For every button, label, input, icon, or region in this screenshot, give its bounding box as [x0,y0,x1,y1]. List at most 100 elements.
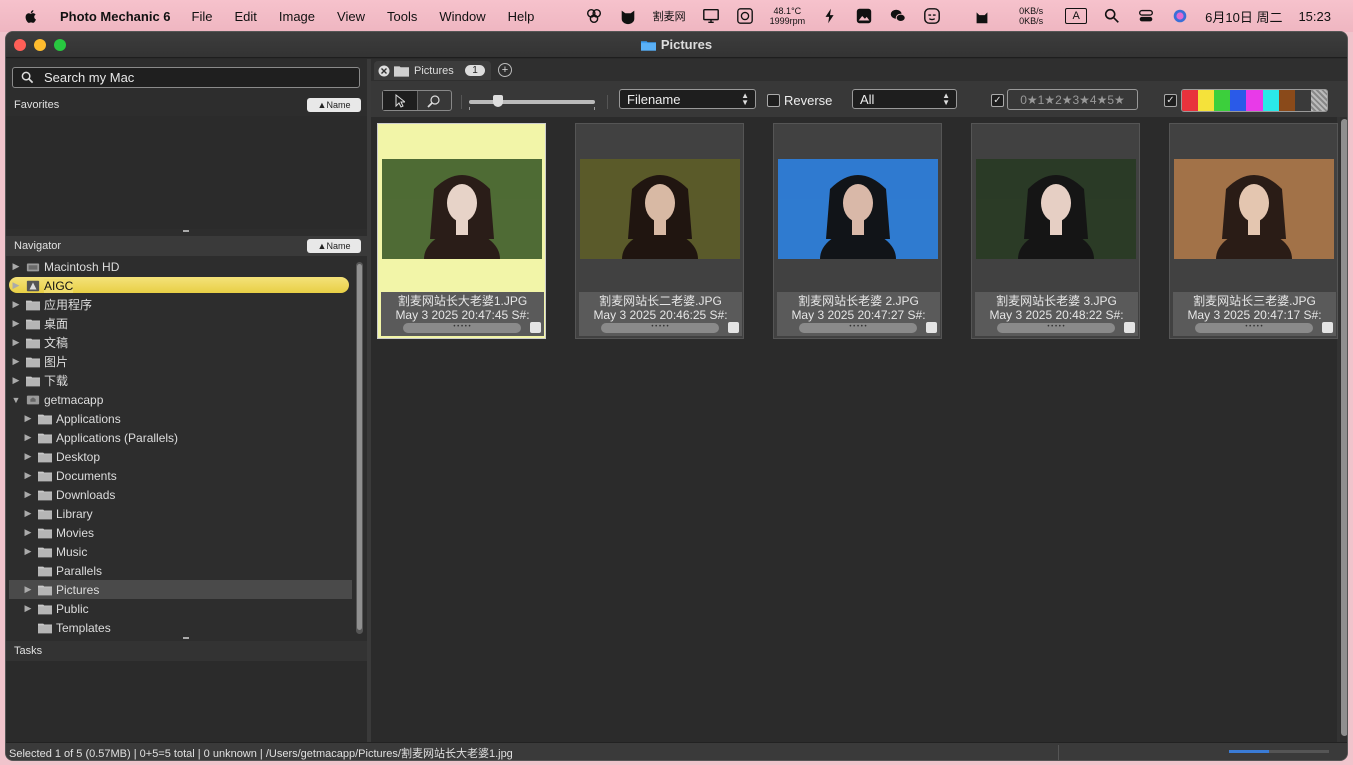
menu-view[interactable]: View [337,9,365,24]
battery-bolt-icon[interactable] [821,6,839,26]
disclosure-triangle-icon[interactable]: ▶ [10,261,22,272]
color-class-swatch[interactable] [1278,90,1295,111]
thumbnail-cell[interactable]: 割麦网站长老婆 3.JPG May 3 2025 20:48:22 S#: • • … [971,123,1140,339]
disclosure-triangle-icon[interactable]: ▶ [22,546,34,557]
navigator-item[interactable]: ▼ getmacapp [6,390,354,409]
color-class-swatch[interactable] [1230,90,1247,111]
menubar-date[interactable]: 6月10日 周二 [1205,6,1282,26]
fan-icon[interactable] [736,6,754,26]
thumbnail-cell[interactable]: 割麦网站长大老婆1.JPG May 3 2025 20:47:45 S#: • • … [377,123,546,339]
navigator-item[interactable]: ▶ Applications (Parallels) [6,428,354,447]
color-class-swatch[interactable] [1198,90,1215,111]
disclosure-triangle-icon[interactable]: ▶ [22,527,34,538]
thumbnail-rating-bar[interactable]: • • • • • [601,323,719,333]
navigator-item[interactable]: ▶ Music [6,542,354,561]
favorites-sort-button[interactable]: ▲Name [307,98,361,112]
disclosure-triangle-icon[interactable]: ▶ [22,432,34,443]
thumbnail-cell[interactable]: 割麦网站长三老婆.JPG May 3 2025 20:47:17 S#: • • •… [1169,123,1338,339]
wechat-icon[interactable] [889,6,907,26]
menu-image[interactable]: Image [279,9,315,24]
menu-edit[interactable]: Edit [234,9,256,24]
navigator-scroll-thumb[interactable] [357,264,362,630]
rating-filter-checkbox[interactable]: ✓ [991,94,1004,107]
grid-scrollbar[interactable] [1340,117,1347,742]
temp-readout[interactable]: 48.1°C 1999rpm [770,6,806,26]
navigator-sort-button[interactable]: ▲Name [307,239,361,253]
thumbnail-grid[interactable]: 割麦网站长大老婆1.JPG May 3 2025 20:47:45 S#: • • … [371,117,1338,742]
menu-window[interactable]: Window [439,9,485,24]
navigator-item[interactable]: ▶ Applications [6,409,354,428]
network-speed[interactable]: 0KB/s 0KB/s [1019,6,1043,26]
filter-select[interactable]: All ▲ ▼ [852,89,957,109]
thumbnail-rating-bar[interactable]: • • • • • [997,323,1115,333]
cat-silhouette-icon[interactable] [973,6,991,26]
thumbnail-cell[interactable]: 割麦网站长二老婆.JPG May 3 2025 20:46:25 S#: • • •… [575,123,744,339]
navigator-item[interactable]: ▶ Library [6,504,354,523]
navigator-item[interactable]: ▶ 文稿 [6,333,354,352]
disclosure-triangle-icon[interactable]: ▶ [10,356,22,367]
disclosure-triangle-icon[interactable]: ▶ [10,299,22,310]
color-class-swatch[interactable] [1182,90,1199,111]
slider-knob[interactable] [493,95,503,107]
color-filter-checkbox[interactable]: ✓ [1164,94,1177,107]
menu-tools[interactable]: Tools [387,9,417,24]
add-tab-button[interactable]: + [498,63,512,77]
navigator-item[interactable]: ▶ Public [6,599,354,618]
close-window-button[interactable] [14,39,26,51]
photo-thumbnail[interactable] [1174,159,1334,259]
tasks-list[interactable] [6,661,367,742]
thumbnail-tag-checkbox[interactable] [1322,322,1333,333]
photo-icon[interactable] [855,6,873,26]
photo-thumbnail[interactable] [778,159,938,259]
navigator-item[interactable]: ▶ Movies [6,523,354,542]
photo-thumbnail[interactable] [382,159,542,259]
disclosure-triangle-icon[interactable]: ▶ [10,280,22,291]
navigator-scrollbar[interactable] [356,262,363,634]
thumbnail-tag-checkbox[interactable] [728,322,739,333]
thumbnail-rating-bar[interactable]: • • • • • [1195,323,1313,333]
star-rating-filter[interactable]: 0★1★2★3★4★5★ [1007,89,1138,110]
color-class-swatch[interactable] [1214,90,1231,111]
navigator-item[interactable]: ▶ Downloads [6,485,354,504]
disclosure-triangle-icon[interactable]: ▶ [22,584,34,595]
favorites-list[interactable] [6,116,367,229]
menu-help[interactable]: Help [508,9,535,24]
photo-thumbnail[interactable] [976,159,1136,259]
disclosure-triangle-icon[interactable]: ▶ [10,318,22,329]
apple-menu-icon[interactable] [24,9,42,24]
thumbnail-tag-checkbox[interactable] [926,322,937,333]
favorites-resize-handle[interactable] [183,230,189,232]
thumbnail-rating-bar[interactable]: • • • • • [799,323,917,333]
siri-icon[interactable] [1171,6,1189,26]
navigator-item[interactable]: ▶ Desktop [6,447,354,466]
monitor-icon[interactable] [702,6,720,26]
input-method-icon[interactable]: A [1065,8,1088,24]
minimize-window-button[interactable] [34,39,46,51]
color-class-swatch[interactable] [1262,90,1279,111]
zoom-window-button[interactable] [54,39,66,51]
navigator-item[interactable]: ▶ 桌面 [6,314,354,333]
disclosure-triangle-icon[interactable]: ▶ [10,375,22,386]
navigator-item[interactable]: ▶ Pictures [6,580,354,599]
navigator-item[interactable]: ▶ 应用程序 [6,295,354,314]
thumbnail-cell[interactable]: 割麦网站长老婆 2.JPG May 3 2025 20:47:27 S#: • • … [773,123,942,339]
disclosure-triangle-icon[interactable]: ▶ [22,603,34,614]
color-class-swatch[interactable] [1294,90,1311,111]
disclosure-triangle-icon[interactable]: ▶ [22,489,34,500]
clover-icon[interactable] [585,6,603,26]
navigator-item[interactable]: ▶ 图片 [6,352,354,371]
tray-site[interactable]: 割麦网 [653,6,686,26]
color-class-filter[interactable] [1181,89,1328,112]
control-center-icon[interactable] [1137,6,1155,26]
app-menu[interactable]: Photo Mechanic 6 [60,9,171,24]
search-input[interactable]: Search my Mac [12,67,360,88]
navigator-item[interactable]: Parallels [6,561,354,580]
smile-box-icon[interactable] [923,6,941,26]
disclosure-triangle-icon[interactable]: ▶ [22,470,34,481]
grid-scroll-thumb[interactable] [1341,119,1347,736]
navigator-resize-handle[interactable] [183,637,189,639]
navigator-item[interactable]: ▶ 下载 [6,371,354,390]
navigator-item[interactable]: ▶ Macintosh HD [6,257,354,276]
disclosure-triangle-icon[interactable]: ▼ [10,395,22,405]
title-bar[interactable]: Pictures [6,32,1347,58]
